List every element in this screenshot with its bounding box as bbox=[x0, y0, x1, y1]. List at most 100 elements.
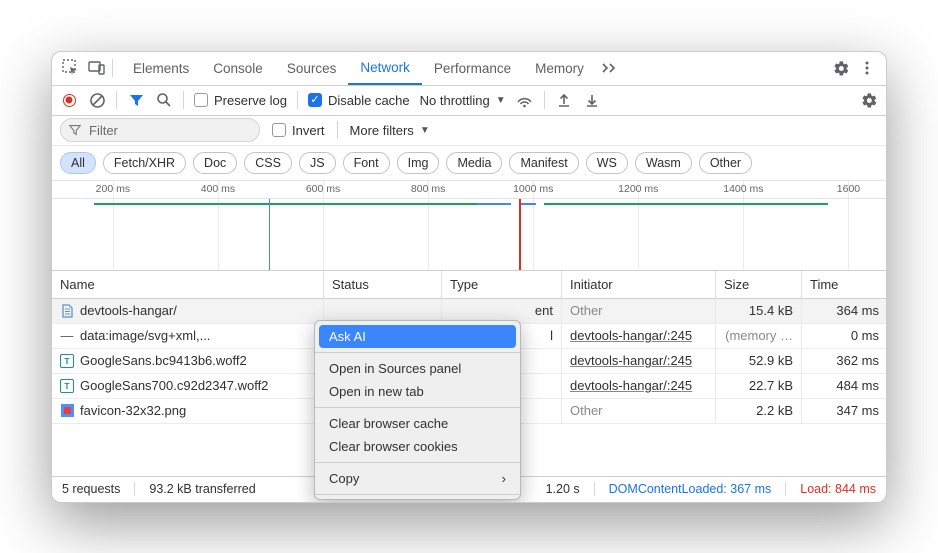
network-settings-gear-icon[interactable] bbox=[860, 91, 878, 109]
context-menu: Ask AI Open in Sources panel Open in new… bbox=[314, 320, 521, 500]
disable-cache-checkbox[interactable]: ✓ Disable cache bbox=[308, 93, 410, 108]
cell-name: GoogleSans700.c92d2347.woff2 bbox=[80, 378, 268, 393]
throttling-value: No throttling bbox=[420, 93, 490, 108]
separator bbox=[337, 121, 338, 139]
cell-time: 362 ms bbox=[836, 353, 879, 368]
chip-all[interactable]: All bbox=[60, 152, 96, 174]
separator bbox=[183, 91, 184, 109]
network-conditions-icon[interactable] bbox=[516, 91, 534, 109]
separator bbox=[112, 59, 113, 77]
chip-ws[interactable]: WS bbox=[586, 152, 628, 174]
chevron-right-icon: › bbox=[502, 471, 506, 486]
cell-initiator: Other bbox=[570, 403, 603, 418]
search-icon[interactable] bbox=[155, 91, 173, 109]
tab-sources[interactable]: Sources bbox=[275, 52, 349, 85]
cell-initiator: Other bbox=[570, 303, 603, 318]
chip-wasm[interactable]: Wasm bbox=[635, 152, 692, 174]
filter-input[interactable]: Filter bbox=[60, 118, 260, 142]
col-size[interactable]: Size bbox=[716, 271, 802, 298]
document-icon bbox=[60, 304, 74, 318]
col-status[interactable]: Status bbox=[324, 271, 442, 298]
tab-network[interactable]: Network bbox=[348, 52, 422, 85]
tab-elements[interactable]: Elements bbox=[121, 52, 201, 85]
cell-name: devtools-hangar/ bbox=[80, 303, 177, 318]
filter-funnel-icon bbox=[69, 124, 81, 136]
cell-time: 347 ms bbox=[836, 403, 879, 418]
cell-size: 2.2 kB bbox=[756, 403, 793, 418]
network-toolbar: Preserve log ✓ Disable cache No throttli… bbox=[52, 86, 886, 116]
ctx-open-new-tab[interactable]: Open in new tab bbox=[315, 380, 520, 403]
download-har-icon[interactable] bbox=[583, 91, 601, 109]
more-filters-button[interactable]: More filters ▼ bbox=[350, 123, 430, 138]
chip-fetch-xhr[interactable]: Fetch/XHR bbox=[103, 152, 186, 174]
chip-font[interactable]: Font bbox=[343, 152, 390, 174]
cell-size: 15.4 kB bbox=[749, 303, 793, 318]
col-name[interactable]: Name bbox=[52, 271, 324, 298]
tab-performance[interactable]: Performance bbox=[422, 52, 523, 85]
status-transferred: 93.2 kB transferred bbox=[149, 482, 255, 496]
chevron-down-icon: ▼ bbox=[496, 95, 506, 106]
preserve-log-checkbox[interactable]: Preserve log bbox=[194, 93, 287, 108]
chip-other[interactable]: Other bbox=[699, 152, 752, 174]
table-header-row: Name Status Type Initiator Size Time bbox=[52, 271, 886, 299]
cell-initiator[interactable]: devtools-hangar/:245 bbox=[570, 328, 692, 343]
chip-doc[interactable]: Doc bbox=[193, 152, 237, 174]
col-type[interactable]: Type bbox=[442, 271, 562, 298]
ctx-copy[interactable]: Copy› bbox=[315, 467, 520, 490]
tab-overflow[interactable] bbox=[596, 52, 626, 85]
kebab-menu-icon[interactable] bbox=[856, 57, 878, 79]
filter-funnel-icon[interactable] bbox=[127, 91, 145, 109]
record-button[interactable] bbox=[60, 91, 78, 109]
settings-gear-icon[interactable] bbox=[830, 57, 852, 79]
devtools-window: Elements Console Sources Network Perform… bbox=[51, 51, 887, 503]
filter-bar: Filter Invert More filters ▼ bbox=[52, 116, 886, 146]
network-timeline[interactable]: 200 ms 400 ms 600 ms 800 ms 1000 ms 1200… bbox=[52, 181, 886, 271]
status-dcl: DOMContentLoaded: 367 ms bbox=[609, 482, 772, 496]
separator bbox=[116, 91, 117, 109]
cell-time: 364 ms bbox=[836, 303, 879, 318]
chip-js[interactable]: JS bbox=[299, 152, 336, 174]
top-tabstrip: Elements Console Sources Network Perform… bbox=[52, 52, 886, 86]
tab-label: Elements bbox=[133, 61, 189, 76]
ctx-ask-ai[interactable]: Ask AI bbox=[319, 325, 516, 348]
cell-time: 484 ms bbox=[836, 378, 879, 393]
cell-initiator[interactable]: devtools-hangar/:245 bbox=[570, 353, 692, 368]
cell-name: favicon-32x32.png bbox=[80, 403, 186, 418]
image-icon bbox=[60, 404, 74, 418]
chevron-double-right-icon bbox=[602, 63, 620, 73]
type-filter-chipbar: All Fetch/XHR Doc CSS JS Font Img Media … bbox=[52, 146, 886, 181]
inspect-element-icon[interactable] bbox=[60, 57, 82, 79]
invert-label: Invert bbox=[292, 123, 325, 138]
status-requests: 5 requests bbox=[62, 482, 120, 496]
more-filters-label: More filters bbox=[350, 123, 414, 138]
col-time[interactable]: Time bbox=[802, 271, 886, 298]
cell-initiator[interactable]: devtools-hangar/:245 bbox=[570, 378, 692, 393]
tab-console[interactable]: Console bbox=[201, 52, 275, 85]
ctx-open-sources[interactable]: Open in Sources panel bbox=[315, 357, 520, 380]
chip-manifest[interactable]: Manifest bbox=[509, 152, 578, 174]
chip-media[interactable]: Media bbox=[446, 152, 502, 174]
status-load: Load: 844 ms bbox=[800, 482, 876, 496]
ctx-clear-cookies[interactable]: Clear browser cookies bbox=[315, 435, 520, 458]
tab-label: Performance bbox=[434, 61, 511, 76]
preserve-log-label: Preserve log bbox=[214, 93, 287, 108]
chip-css[interactable]: CSS bbox=[244, 152, 292, 174]
filter-placeholder: Filter bbox=[89, 123, 118, 138]
chip-img[interactable]: Img bbox=[397, 152, 440, 174]
col-initiator[interactable]: Initiator bbox=[562, 271, 716, 298]
throttling-select[interactable]: No throttling ▼ bbox=[420, 93, 506, 108]
data-uri-icon: — bbox=[60, 329, 74, 343]
cell-size: (memory … bbox=[725, 328, 793, 343]
separator bbox=[297, 91, 298, 109]
cell-name: data:image/svg+xml,... bbox=[80, 328, 210, 343]
upload-har-icon[interactable] bbox=[555, 91, 573, 109]
cell-size: 22.7 kB bbox=[749, 378, 793, 393]
ctx-clear-cache[interactable]: Clear browser cache bbox=[315, 412, 520, 435]
invert-checkbox[interactable]: Invert bbox=[272, 123, 325, 138]
device-toggle-icon[interactable] bbox=[86, 57, 108, 79]
cell-size: 52.9 kB bbox=[749, 353, 793, 368]
clear-button[interactable] bbox=[88, 91, 106, 109]
cell-type: l bbox=[550, 328, 553, 343]
tab-memory[interactable]: Memory bbox=[523, 52, 596, 85]
panel-tabs: Elements Console Sources Network Perform… bbox=[121, 52, 626, 85]
